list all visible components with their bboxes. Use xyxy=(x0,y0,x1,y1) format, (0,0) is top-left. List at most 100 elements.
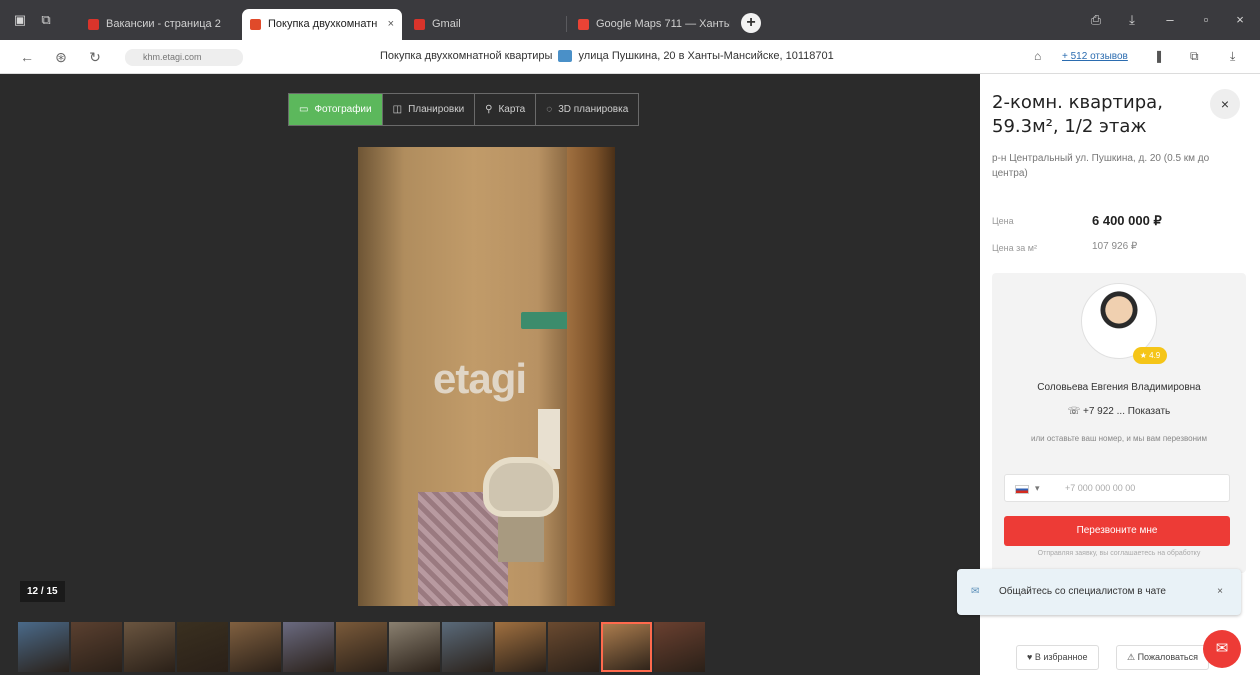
tab-photos-label: Фотографии xyxy=(314,104,372,115)
location-flag-icon xyxy=(558,50,573,63)
tab-3d-layout[interactable]: ◌ 3D планировка xyxy=(536,94,638,125)
photo-toilet xyxy=(483,457,559,517)
close-window-icon[interactable]: × xyxy=(1230,10,1250,30)
tab-label: Google Maps 711 — Ханты xyxy=(596,18,730,30)
browser-tab-3[interactable]: Gmail xyxy=(406,9,566,40)
thumbnail-strip xyxy=(18,622,705,672)
reload-icon[interactable]: ↻ xyxy=(86,48,104,66)
3d-icon: ◌ xyxy=(546,104,553,115)
agent-name[interactable]: Соловьева Евгения Владимировна xyxy=(992,382,1246,393)
browser-tab-1[interactable]: Вакансии - страница 2 xyxy=(80,9,240,40)
minimize-icon[interactable]: – xyxy=(1160,10,1180,30)
listing-address: р-н Центральный ул. Пушкина, д. 20 (0.5 … xyxy=(992,153,1210,179)
chat-popup[interactable]: ✉ Общайтесь со специалистом в чате × xyxy=(957,569,1241,615)
close-icon: × xyxy=(1220,96,1230,112)
bookmark-icon[interactable]: ❚ xyxy=(1154,49,1164,63)
watermark-logo: etagi xyxy=(433,355,527,402)
media-tabs: ▭ Фотографии ◫ Планировки ⚲ Карта ◌ 3D плани… xyxy=(288,93,640,126)
photo-wall-sign xyxy=(521,312,569,329)
callback-button[interactable]: Перезвоните мне xyxy=(1004,516,1230,546)
photo-thumbnail[interactable] xyxy=(18,622,69,672)
tab-map[interactable]: ⚲ Карта xyxy=(475,94,537,125)
map-pin-icon: ⚲ xyxy=(485,104,493,115)
show-phone-link[interactable]: ☏ +7 922 ... Показать xyxy=(992,406,1246,417)
photo-thumbnail[interactable] xyxy=(601,622,652,672)
photo-door xyxy=(567,147,615,606)
tab-label: Вакансии - страница 2 xyxy=(106,18,221,30)
reader-icon[interactable]: ⌂ xyxy=(1034,49,1041,63)
address-bar: ← ⊛ ↻ khm.etagi.com Покупка двухкомнатно… xyxy=(0,40,1260,74)
complain-button[interactable]: ⚠ Пожаловаться xyxy=(1116,645,1209,670)
phone-input[interactable]: ▾ +7 000 000 00 00 xyxy=(1004,474,1230,502)
screenshot-icon[interactable]: ⎙ xyxy=(1086,10,1106,30)
price-per-m2-label: Цена за м² xyxy=(992,243,1037,253)
browser-tab-active[interactable]: Покупка двухкомнатн × xyxy=(242,9,402,40)
page-title-address: улица Пушкина, 20 в Ханты-Мансийске, 101… xyxy=(578,50,834,62)
photo-viewer: ▭ Фотографии ◫ Планировки ⚲ Карта ◌ 3D плани… xyxy=(0,74,980,675)
photo-thumbnail[interactable] xyxy=(389,622,440,672)
photo-thumbnail[interactable] xyxy=(71,622,122,672)
tab-map-label: Карта xyxy=(498,104,526,115)
extensions-icon[interactable]: ⧉ xyxy=(1190,49,1199,64)
chevron-down-icon[interactable]: ▾ xyxy=(1035,475,1040,501)
phone-placeholder: +7 000 000 00 00 xyxy=(1065,483,1136,493)
back-arrow-icon[interactable]: ← xyxy=(18,48,36,66)
tab-divider xyxy=(566,16,567,32)
chat-fab-button[interactable]: ✉ xyxy=(1203,630,1241,668)
close-tab-icon[interactable]: × xyxy=(388,9,394,40)
layout-icon: ◫ xyxy=(392,104,403,115)
photo-thumbnail[interactable] xyxy=(124,622,175,672)
add-favorite-button[interactable]: ♥ В избранное xyxy=(1016,645,1099,670)
window-menu-icon[interactable]: ▣ xyxy=(10,10,30,30)
agent-phone-text: ☏ +7 922 ... Показать xyxy=(1067,406,1171,417)
listing-title: 2-комн. квартира, 59.3м², 1/2 этаж xyxy=(992,92,1163,137)
maximize-icon[interactable]: ▫ xyxy=(1196,10,1216,30)
download-icon[interactable]: ⤓ xyxy=(1230,49,1235,64)
url-field[interactable]: khm.etagi.com xyxy=(125,49,243,66)
close-viewer-button[interactable]: × xyxy=(1210,89,1240,119)
photo-icon: ▭ xyxy=(299,104,309,115)
reviews-link[interactable]: + 512 отзывов xyxy=(1062,51,1128,62)
photo-thumbnail[interactable] xyxy=(283,622,334,672)
close-icon[interactable]: × xyxy=(1217,569,1223,615)
photo-thumbnail[interactable] xyxy=(654,622,705,672)
photo-thumbnail[interactable] xyxy=(177,622,228,672)
legal-note: Отправляя заявку, вы соглашаетесь на обр… xyxy=(1037,550,1201,557)
price-label: Цена xyxy=(992,216,1014,226)
page-title-text: Покупка двухкомнатной квартиры xyxy=(380,50,553,62)
main-photo[interactable]: etagi xyxy=(358,147,615,606)
price-per-m2-value: 107 926 ₽ xyxy=(1092,241,1138,252)
tab-favicon-icon xyxy=(414,19,425,30)
downloads-icon[interactable]: ⤓ xyxy=(1122,10,1142,30)
photo-thumbnail[interactable] xyxy=(548,622,599,672)
tab-favicon-icon xyxy=(250,19,261,30)
tab-favicon-icon xyxy=(578,19,589,30)
chat-popup-text: Общайтесь со специалистом в чате xyxy=(999,586,1166,597)
photo-counter: 12 / 15 xyxy=(20,581,65,602)
tab-favicon-icon xyxy=(88,19,99,30)
russia-flag-icon xyxy=(1015,485,1029,494)
tab-label: Покупка двухкомнатн xyxy=(268,18,378,30)
tab-overview-icon[interactable]: ⧉ xyxy=(36,10,56,30)
tab-photos[interactable]: ▭ Фотографии xyxy=(289,94,383,125)
browser-tab-4[interactable]: Google Maps 711 — Ханты xyxy=(570,9,730,40)
photo-toilet-base xyxy=(498,512,544,562)
photo-thumbnail[interactable] xyxy=(230,622,281,672)
callback-hint: или оставьте ваш номер, и мы вам перезво… xyxy=(1031,434,1207,443)
rating-badge: ★ 4.9 xyxy=(1133,347,1167,364)
chat-bubble-icon: ✉ xyxy=(971,586,980,597)
url-text: khm.etagi.com xyxy=(143,52,202,62)
agent-card: ★ 4.9 Соловьева Евгения Владимировна ☏ +… xyxy=(992,273,1246,573)
photo-thumbnail[interactable] xyxy=(442,622,493,672)
price-value: 6 400 000 ₽ xyxy=(1092,213,1162,228)
tab-layouts-label: Планировки xyxy=(408,104,465,115)
new-tab-button[interactable]: + xyxy=(741,13,761,33)
photo-thumbnail[interactable] xyxy=(336,622,387,672)
browser-tab-bar: ▣ ⧉ Вакансии - страница 2 Покупка двухко… xyxy=(0,0,1260,40)
photo-thumbnail[interactable] xyxy=(495,622,546,672)
tab-layouts[interactable]: ◫ Планировки xyxy=(383,94,476,125)
shield-icon[interactable]: ⊛ xyxy=(52,48,70,66)
tab-label: Gmail xyxy=(432,18,461,30)
page-title: Покупка двухкомнатной квартиры улица Пуш… xyxy=(380,50,834,63)
tab-3d-layout-label: 3D планировка xyxy=(558,104,629,115)
